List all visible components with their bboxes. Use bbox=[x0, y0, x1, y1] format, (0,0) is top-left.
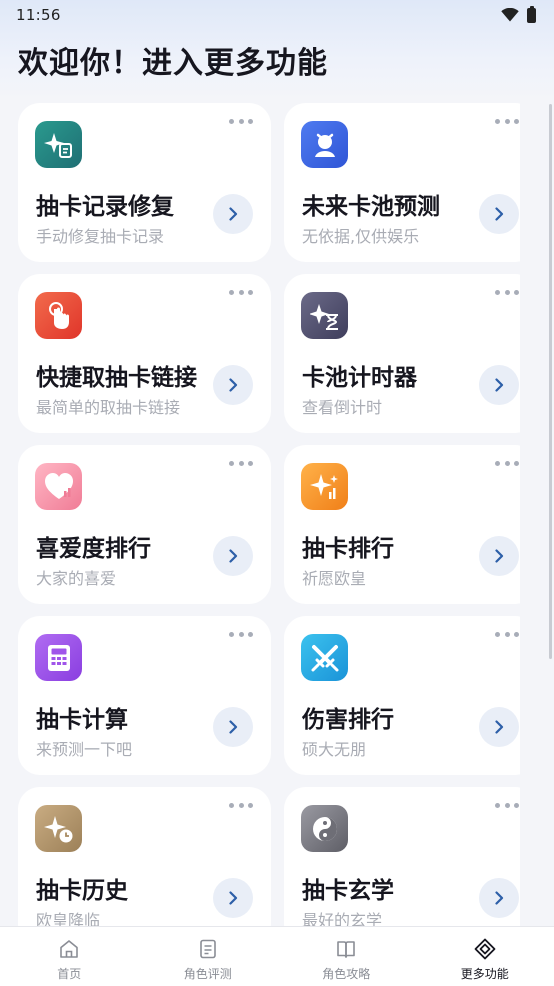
scrollbar[interactable] bbox=[549, 104, 552, 659]
go-button[interactable] bbox=[213, 707, 253, 747]
card-title: 快捷取抽卡链接 bbox=[36, 365, 197, 391]
home-icon bbox=[60, 940, 79, 958]
go-button[interactable] bbox=[479, 536, 519, 576]
chevron-right-icon bbox=[495, 891, 504, 905]
go-button[interactable] bbox=[213, 878, 253, 918]
chevron-right-icon bbox=[495, 549, 504, 563]
go-button[interactable] bbox=[213, 194, 253, 234]
card-subtitle: 最好的玄学 bbox=[302, 911, 383, 926]
yin-yang-icon bbox=[301, 805, 348, 852]
chevron-right-icon bbox=[495, 720, 504, 734]
card-title: 抽卡排行 bbox=[302, 536, 394, 562]
crossed-swords-icon bbox=[301, 634, 348, 681]
status-time: 11:56 bbox=[16, 6, 61, 24]
card-title: 抽卡玄学 bbox=[302, 878, 394, 904]
nav-label: 角色攻略 bbox=[322, 967, 371, 981]
chevron-right-icon bbox=[229, 720, 238, 734]
review-icon bbox=[199, 939, 216, 959]
card-title: 喜爱度排行 bbox=[36, 536, 151, 562]
feature-card-damage-rank[interactable]: 伤害排行 硕大无朋 bbox=[284, 616, 520, 775]
feature-card-gacha-calc[interactable]: 抽卡计算 来预测一下吧 bbox=[18, 616, 271, 775]
nav-label: 更多功能 bbox=[460, 967, 509, 981]
card-subtitle: 手动修复抽卡记录 bbox=[36, 227, 165, 246]
more-options-icon[interactable] bbox=[229, 630, 253, 638]
sparkle-clock-icon bbox=[35, 805, 82, 852]
go-button[interactable] bbox=[213, 365, 253, 405]
go-button[interactable] bbox=[213, 536, 253, 576]
card-title: 未来卡池预测 bbox=[302, 194, 440, 220]
feature-card-pool-timer[interactable]: 卡池计时器 查看倒计时 bbox=[284, 274, 520, 433]
feature-card-favorability-rank[interactable]: 喜爱度排行 大家的喜爱 bbox=[18, 445, 271, 604]
card-subtitle: 最简单的取抽卡链接 bbox=[36, 398, 181, 417]
nav-label: 角色评测 bbox=[183, 967, 232, 981]
go-button[interactable] bbox=[479, 707, 519, 747]
card-subtitle: 硕大无朋 bbox=[302, 740, 367, 759]
more-options-icon[interactable] bbox=[495, 801, 519, 809]
bottom-nav: 首页 角色评测 角色攻略 更多功能 bbox=[0, 926, 554, 986]
more-options-icon[interactable] bbox=[495, 459, 519, 467]
feature-card-quick-link[interactable]: 快捷取抽卡链接 最简单的取抽卡链接 bbox=[18, 274, 271, 433]
more-options-icon[interactable] bbox=[495, 630, 519, 638]
go-button[interactable] bbox=[479, 365, 519, 405]
tap-hand-icon bbox=[35, 292, 82, 339]
chevron-right-icon bbox=[229, 207, 238, 221]
go-button[interactable] bbox=[479, 878, 519, 918]
calculator-icon bbox=[35, 634, 82, 681]
more-options-icon[interactable] bbox=[229, 117, 253, 125]
card-title: 抽卡记录修复 bbox=[36, 194, 174, 220]
feature-card-gacha-mysticism[interactable]: 抽卡玄学 最好的玄学 bbox=[284, 787, 520, 926]
nav-label: 首页 bbox=[57, 967, 82, 981]
go-button[interactable] bbox=[479, 194, 519, 234]
heart-chart-icon bbox=[35, 463, 82, 510]
chevron-right-icon bbox=[229, 549, 238, 563]
gacha-repair-icon bbox=[35, 121, 82, 168]
chevron-right-icon bbox=[229, 378, 238, 392]
card-title: 伤害排行 bbox=[302, 707, 394, 733]
page-title: 欢迎你！进入更多功能 bbox=[18, 46, 328, 81]
chevron-right-icon bbox=[229, 891, 238, 905]
nav-item-character-review[interactable]: 角色评测 bbox=[139, 927, 278, 986]
card-title: 抽卡历史 bbox=[36, 878, 128, 904]
feature-card-gacha-rank[interactable]: 抽卡排行 祈愿欧皇 bbox=[284, 445, 520, 604]
card-subtitle: 无依据,仅供娱乐 bbox=[302, 227, 420, 246]
battery-icon bbox=[527, 5, 536, 23]
more-options-icon[interactable] bbox=[495, 288, 519, 296]
sparkle-chart-icon bbox=[301, 463, 348, 510]
more-features-icon bbox=[474, 938, 496, 960]
feature-card-gacha-repair[interactable]: 抽卡记录修复 手动修复抽卡记录 bbox=[18, 103, 271, 262]
feature-grid: 抽卡记录修复 手动修复抽卡记录 未来卡池预测 无依据,仅供娱乐 快捷取抽卡链接 … bbox=[18, 103, 520, 926]
card-title: 抽卡计算 bbox=[36, 707, 128, 733]
more-options-icon[interactable] bbox=[229, 459, 253, 467]
feature-card-future-pool[interactable]: 未来卡池预测 无依据,仅供娱乐 bbox=[284, 103, 520, 262]
hourglass-sparkle-icon bbox=[301, 292, 348, 339]
nav-item-character-guide[interactable]: 角色攻略 bbox=[277, 927, 416, 986]
more-options-icon[interactable] bbox=[229, 288, 253, 296]
card-subtitle: 大家的喜爱 bbox=[36, 569, 117, 588]
card-subtitle: 祈愿欧皇 bbox=[302, 569, 367, 588]
chevron-right-icon bbox=[495, 378, 504, 392]
book-icon bbox=[337, 941, 356, 958]
wifi-icon bbox=[501, 8, 519, 22]
more-options-icon[interactable] bbox=[495, 117, 519, 125]
chevron-right-icon bbox=[495, 207, 504, 221]
card-subtitle: 欧皇降临 bbox=[36, 911, 101, 926]
card-subtitle: 查看倒计时 bbox=[302, 398, 383, 417]
future-pool-icon bbox=[301, 121, 348, 168]
more-options-icon[interactable] bbox=[229, 801, 253, 809]
feature-card-gacha-history[interactable]: 抽卡历史 欧皇降临 bbox=[18, 787, 271, 926]
card-subtitle: 来预测一下吧 bbox=[36, 740, 133, 759]
nav-item-more-features[interactable]: 更多功能 bbox=[416, 927, 554, 986]
nav-item-home[interactable]: 首页 bbox=[0, 927, 139, 986]
status-icons bbox=[501, 5, 536, 23]
status-bar: 11:56 bbox=[0, 0, 554, 30]
card-title: 卡池计时器 bbox=[302, 365, 417, 391]
